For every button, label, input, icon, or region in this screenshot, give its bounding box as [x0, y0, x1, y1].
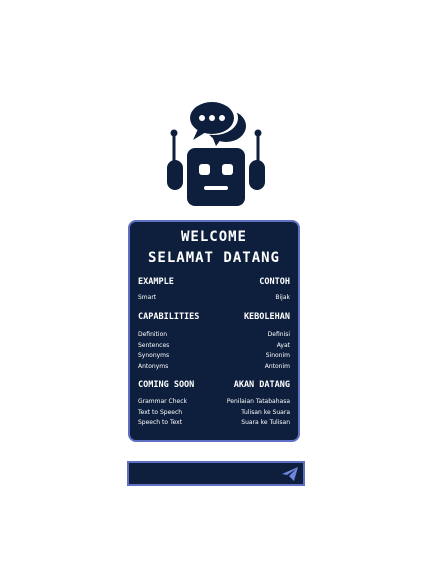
capability-ms: Definisi — [267, 331, 290, 338]
coming-soon-ms: Tulisan ke Suara — [241, 408, 290, 416]
welcome-title-ms: SELAMAT DATANG — [147, 250, 280, 266]
capabilities-heading: CAPABILITIES — [138, 312, 200, 322]
coming-soon-ms: Suara ke Tulisan — [241, 419, 290, 426]
capability-ms: Sinonim — [265, 352, 290, 359]
coming-soon-ms: Penilaian Tatabahasa — [226, 398, 290, 405]
capability-row: Sentences Ayat — [138, 341, 290, 352]
robot-chat-icon — [167, 101, 265, 206]
capability-en: Antonyms — [138, 362, 169, 370]
example-heading-ms: CONTOH — [259, 277, 290, 287]
capabilities-section: CAPABILITIES KEBOLEHAN Definition Defini… — [138, 312, 290, 372]
coming-soon-heading: COMING SOON — [138, 380, 195, 390]
capabilities-heading-ms: KEBOLEHAN — [243, 312, 290, 322]
coming-soon-en: Speech to Text — [138, 419, 183, 426]
coming-soon-row: Grammar Check Penilaian Tatabahasa — [138, 397, 290, 408]
coming-soon-en: Grammar Check — [138, 398, 187, 405]
capability-ms: Ayat — [276, 341, 290, 349]
capability-row: Synonyms Sinonim — [138, 351, 290, 362]
message-bar — [127, 461, 305, 486]
coming-soon-heading-ms: AKAN DATANG — [233, 380, 290, 390]
example-row: Smart Bijak — [138, 293, 290, 304]
capability-row: Antonyms Antonim — [138, 362, 290, 373]
example-section: EXAMPLE CONTOH Smart Bijak — [138, 277, 290, 304]
message-input[interactable] — [133, 465, 283, 484]
coming-soon-section: COMING SOON AKAN DATANG Grammar Check Pe… — [138, 380, 290, 429]
coming-soon-en: Text to Speech — [138, 408, 183, 416]
capability-ms: Antonim — [264, 362, 290, 370]
capability-en: Definition — [138, 331, 168, 338]
capability-row: Definition Definisi — [138, 330, 290, 341]
capability-en: Sentences — [138, 341, 170, 349]
coming-soon-row: Speech to Text Suara ke Tulisan — [138, 418, 290, 429]
coming-soon-row: Text to Speech Tulisan ke Suara — [138, 408, 290, 419]
example-en: Smart — [138, 294, 157, 301]
capability-en: Synonyms — [138, 352, 170, 359]
example-ms: Bijak — [275, 294, 290, 301]
welcome-card: WELCOME SELAMAT DATANG EXAMPLE CONTOH Sm… — [128, 220, 300, 442]
example-heading: EXAMPLE — [138, 277, 174, 287]
welcome-title: WELCOME — [180, 229, 247, 245]
send-icon[interactable] — [281, 466, 299, 482]
